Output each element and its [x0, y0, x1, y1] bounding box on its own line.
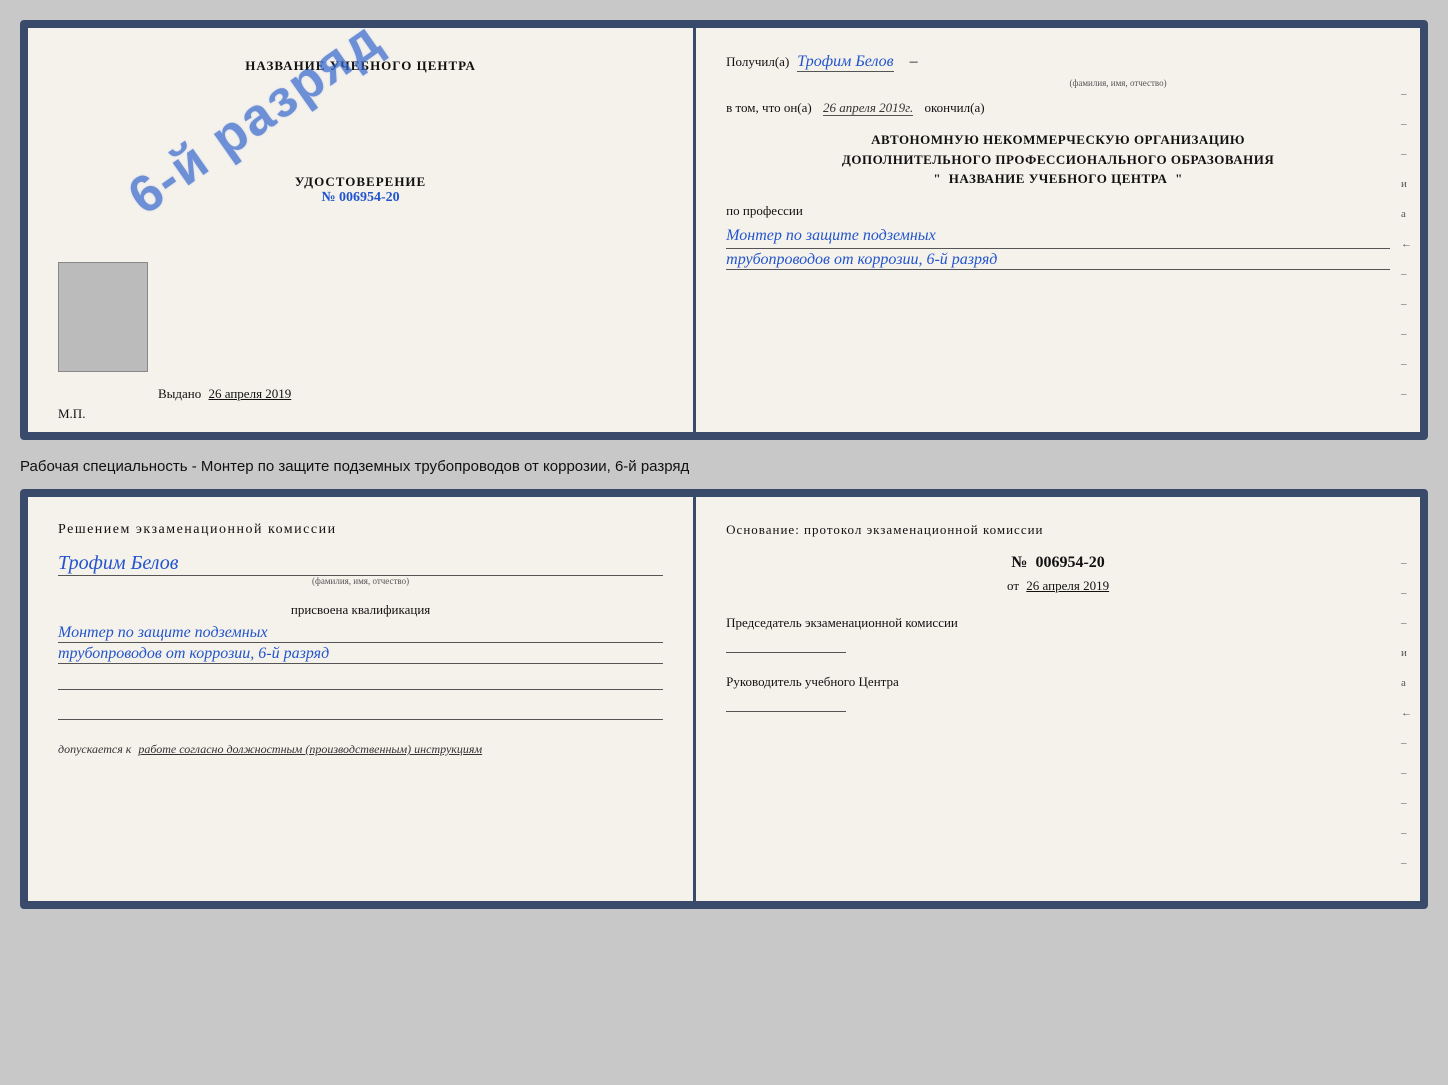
protocol-date: 26 апреля 2019 — [1026, 578, 1109, 593]
rukovoditel-block: Руководитель учебного Центра — [726, 673, 1390, 712]
v-tom-chto-line: в том, что он(а) 26 апреля 2019г. окончи… — [726, 100, 1390, 116]
profession-line1: Монтер по защите подземных — [726, 223, 1390, 250]
specialty-text: Рабочая специальность - Монтер по защите… — [20, 450, 1428, 479]
udostoverenie-title: УДОСТОВЕРЕНИЕ — [295, 174, 426, 190]
rukovoditel-signature-line — [726, 711, 846, 712]
name-sublabel: (фамилия, имя, отчество) — [846, 78, 1390, 88]
protocol-number: 006954-20 — [1035, 554, 1104, 571]
cert-bottom-left: Решением экзаменационной комиссии Трофим… — [28, 497, 696, 901]
resheniem-title: Решением экзаменационной комиссии — [58, 522, 663, 538]
cert-top-left: НАЗВАНИЕ УЧЕБНОГО ЦЕНТРА 6-й разряд УДОС… — [28, 28, 696, 432]
recipient-name: Трофим Белов — [797, 53, 893, 72]
cert-top-right: Получил(а) Трофим Белов – (фамилия, имя,… — [696, 28, 1420, 432]
dopuskaetsya-filled: работе согласно должностным (производств… — [138, 742, 482, 756]
predsedatel-block: Председатель экзаменационной комиссии — [726, 614, 1390, 653]
ot-date: от 26 апреля 2019 — [726, 578, 1390, 594]
graduation-date: 26 апреля 2019г. — [823, 100, 913, 116]
poluchil-label: Получил(а) — [726, 54, 789, 70]
rukovoditel-title: Руководитель учебного Центра — [726, 673, 1390, 691]
protocol-num: № 006954-20 — [726, 554, 1390, 572]
kval-line1: Монтер по защите подземных — [58, 624, 663, 643]
vydano-line: Выдано 26 апреля 2019 — [158, 386, 291, 402]
empty-line-1 — [58, 672, 663, 690]
udostoverenie-block: УДОСТОВЕРЕНИЕ № 006954-20 — [295, 174, 426, 206]
right-side-markers-bottom: – – – и а ← – – – – – — [1401, 557, 1412, 869]
cert-number: 006954-20 — [339, 190, 400, 205]
top-cert-title: НАЗВАНИЕ УЧЕБНОГО ЦЕНТРА — [245, 58, 476, 74]
dopuskaetsya-block: допускается к работе согласно должностны… — [58, 742, 663, 757]
prisvoena-label: присвоена квалификация — [58, 602, 663, 618]
mp-line: М.П. — [58, 406, 85, 422]
bottom-name-block: Трофим Белов (фамилия, имя, отчество) — [58, 552, 663, 586]
page-wrapper: НАЗВАНИЕ УЧЕБНОГО ЦЕНТРА 6-й разряд УДОС… — [20, 20, 1428, 909]
org-block: АВТОНОМНУЮ НЕКОММЕРЧЕСКУЮ ОРГАНИЗАЦИЮ ДО… — [726, 130, 1390, 189]
org-name: НАЗВАНИЕ УЧЕБНОГО ЦЕНТРА — [949, 171, 1168, 186]
bottom-name-sublabel: (фамилия, имя, отчество) — [58, 576, 663, 586]
predsedatel-signature-line — [726, 652, 846, 653]
po-professii-label: по профессии Монтер по защите подземных … — [726, 203, 1390, 271]
empty-line-2 — [58, 702, 663, 720]
photo-placeholder — [58, 262, 148, 372]
kval-line2: трубопроводов от коррозии, 6-й разряд — [58, 645, 663, 664]
predsedatel-title: Председатель экзаменационной комиссии — [726, 614, 1390, 632]
right-side-markers: – – – и а ← – – – – – — [1401, 88, 1412, 400]
osnovanie-text: Основание: протокол экзаменационной коми… — [726, 522, 1390, 538]
cert-bottom-right: Основание: протокол экзаменационной коми… — [696, 497, 1420, 901]
udostoverenie-num: № 006954-20 — [295, 190, 426, 206]
profession-line2: трубопроводов от коррозии, 6-й разряд — [726, 251, 1390, 270]
vydano-date: 26 апреля 2019 — [209, 386, 292, 401]
top-certificate: НАЗВАНИЕ УЧЕБНОГО ЦЕНТРА 6-й разряд УДОС… — [20, 20, 1428, 440]
bottom-certificate: Решением экзаменационной комиссии Трофим… — [20, 489, 1428, 909]
bottom-recipient-name: Трофим Белов — [58, 552, 663, 576]
